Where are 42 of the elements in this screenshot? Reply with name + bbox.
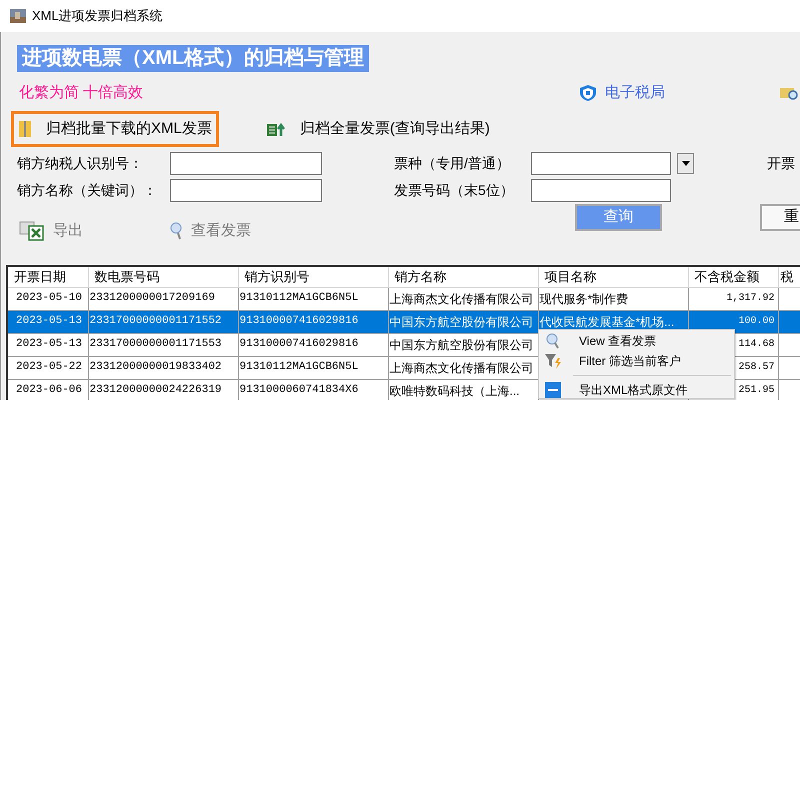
- export-button[interactable]: 导出: [19, 220, 169, 242]
- filter-label: 票种（专用/普通）: [393, 155, 510, 171]
- column-header[interactable]: 项目名称: [538, 267, 688, 287]
- column-header[interactable]: 开票日期: [8, 267, 88, 287]
- table-cell: 2023-05-22: [8, 356, 88, 379]
- column-header[interactable]: 数电票号码: [88, 267, 238, 287]
- archive-button[interactable]: 归档全量发票(查询导出结果): [258, 111, 497, 147]
- table-cell: 2023-06-06: [8, 379, 88, 400]
- table-cell: 91310112MA1GCB6N5L: [238, 287, 388, 310]
- table-cell: 23317000000001171552: [88, 310, 238, 333]
- table-cell: 23317000000001171553: [88, 333, 238, 356]
- table-cell: 23312000000019833402: [88, 356, 238, 379]
- table-cell: 2023-05-10: [8, 287, 88, 310]
- tax-bureau-link[interactable]: 电子税局: [579, 82, 665, 104]
- filter-label: 销方纳税人识别号：: [17, 155, 143, 171]
- table-cell: 23312000000024226319: [88, 379, 238, 400]
- table-cell: 现代服务*制作费: [538, 287, 688, 310]
- table-cell: 9131000060741834X6: [238, 379, 388, 400]
- column-header[interactable]: 不含税金额: [688, 267, 778, 287]
- table-row[interactable]: 2023-05-13 23317000000001171552 913100007416029816 中国东方航空股份有限公司 代收民航发展基金*机场... 100.00: [8, 310, 800, 333]
- table-cell: 2023-05-13: [8, 310, 88, 333]
- slogan: 化繁为简 十倍高效: [19, 82, 144, 103]
- filter-label: 销方名称（关键词）：: [17, 182, 157, 198]
- filter-label: 发票号码（末5位）: [393, 182, 514, 198]
- view-invoice-button[interactable]: 查看发票: [169, 220, 329, 242]
- column-header[interactable]: 销方识别号: [238, 267, 388, 287]
- column-header[interactable]: 税: [778, 267, 800, 287]
- archive-button[interactable]: 归档批量下载的XML发票: [11, 111, 219, 147]
- column-header[interactable]: 销方名称: [388, 267, 538, 287]
- window-title: XML进项发票归档系统: [32, 7, 163, 26]
- table-row[interactable]: 2023-05-10 2331200000017209169 91310112MA1GCB6N5L 上海商杰文化传播有限公司 现代服务*制作费 1,317.92: [8, 287, 800, 310]
- banner-title: 进项数电票（XML格式）的归档与管理: [17, 45, 370, 72]
- table-cell: 91310112MA1GCB6N5L: [238, 356, 388, 379]
- table-cell: 上海商杰文化传播有限公司: [388, 287, 538, 310]
- table-cell: 1,317.92: [688, 287, 778, 310]
- reset-button[interactable]: 重: [760, 204, 800, 231]
- table-cell: 中国东方航空股份有限公司: [388, 310, 538, 333]
- filter-label: 开票: [767, 155, 795, 171]
- table-cell: 2023-05-13: [8, 333, 88, 356]
- table-cell: 2331200000017209169: [88, 287, 238, 310]
- table-cell: 913100007416029816: [238, 310, 388, 333]
- table-cell: 913100007416029816: [238, 333, 388, 356]
